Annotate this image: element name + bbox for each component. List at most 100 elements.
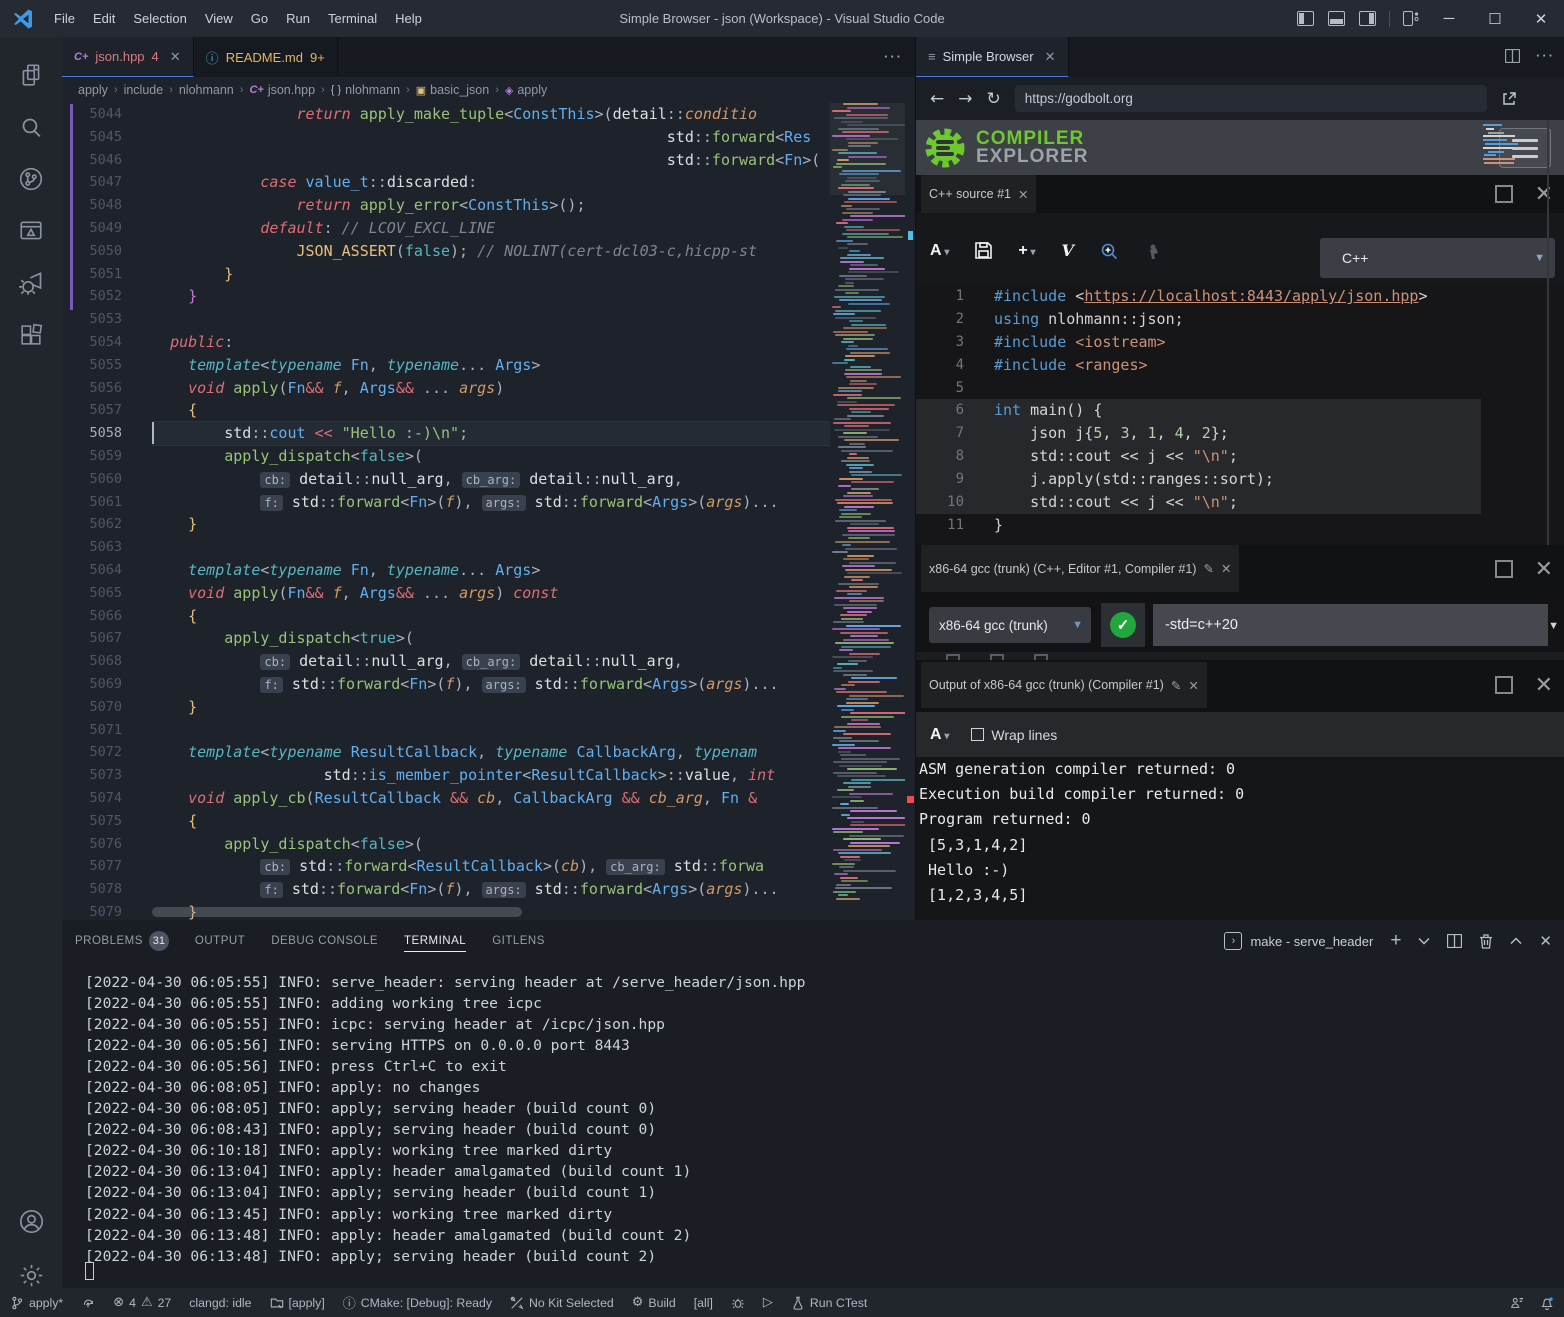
build-target-item[interactable]: [all] <box>694 1296 713 1310</box>
run-debug-icon[interactable] <box>0 257 62 309</box>
cmake-status-item[interactable]: ⓘ CMake: [Debug]: Ready <box>343 1293 492 1312</box>
add-pane-button[interactable]: + ▾ <box>1018 242 1035 260</box>
code-line[interactable]: void apply(Fn&& f, Args&& ... args) <box>152 377 830 400</box>
menu-terminal[interactable]: Terminal <box>319 11 386 26</box>
horizontal-scrollbar[interactable] <box>152 907 522 917</box>
code-line[interactable]: } <box>152 285 830 308</box>
search-icon[interactable] <box>0 101 62 153</box>
terminal-output[interactable]: [2022-04-30 06:05:55] INFO: serve_header… <box>85 972 805 1267</box>
tab-json-hpp[interactable]: C+ json.hpp 4 ✕ <box>62 37 194 77</box>
compiler-args-input[interactable]: -std=c++20 <box>1153 604 1548 646</box>
tab-readme-md[interactable]: ⓘ README.md 9+ <box>194 37 338 77</box>
output-tab[interactable]: Output of x86-64 gcc (trunk) (Compiler #… <box>921 662 1207 708</box>
extensions-icon[interactable] <box>0 309 62 361</box>
code-line[interactable]: case value_t::discarded: <box>152 171 830 194</box>
more-actions-icon[interactable]: ··· <box>1536 48 1555 63</box>
tab-output[interactable]: OUTPUT <box>195 931 245 951</box>
compiler-tab[interactable]: x86-64 gcc (trunk) (C++, Editor #1, Comp… <box>921 545 1239 592</box>
reload-icon[interactable]: ↻ <box>987 89 1001 109</box>
code-line[interactable]: void apply_cb(ResultCallback && cb, Call… <box>152 787 830 810</box>
code-line[interactable]: template<typename Fn, typename... Args> <box>152 559 830 582</box>
chevron-down-icon[interactable]: ▼ <box>1548 620 1559 632</box>
godbolt-code-line[interactable]: 2using nlohmann::json; <box>916 308 1564 331</box>
menu-view[interactable]: View <box>196 11 242 26</box>
code-line[interactable]: public: <box>152 331 830 354</box>
feedback-icon[interactable] <box>1510 1296 1524 1310</box>
back-icon[interactable]: ← <box>930 89 944 109</box>
close-tab-icon[interactable]: ✕ <box>1045 49 1056 65</box>
wrap-lines-checkbox[interactable] <box>971 728 984 741</box>
launch-target-icon[interactable]: ▷ <box>763 1295 773 1310</box>
toggle-sidebar-icon[interactable] <box>1297 11 1314 26</box>
code-line[interactable]: JSON_ASSERT(false); // NOLINT(cert-dcl03… <box>152 240 830 263</box>
code-lines[interactable]: return apply_make_tuple<ConstThis>(detai… <box>152 103 830 920</box>
godbolt-code-line[interactable]: 8 std::cout << j << "\n"; <box>916 445 1481 468</box>
tab-gitlens[interactable]: GITLENS <box>492 931 545 951</box>
code-line[interactable]: } <box>152 263 830 286</box>
toggle-secondary-sidebar-icon[interactable] <box>1359 11 1376 26</box>
close-icon[interactable]: ✕ <box>1221 561 1231 576</box>
breadcrumb-item[interactable]: apply <box>78 83 108 97</box>
language-select[interactable]: C++ ▼ <box>1320 238 1555 278</box>
close-pane-icon[interactable]: ✕ <box>1535 560 1553 578</box>
customize-layout-icon[interactable] <box>1403 11 1419 26</box>
accounts-icon[interactable] <box>0 1195 62 1247</box>
explorer-icon[interactable] <box>0 49 62 101</box>
url-input[interactable]: https://godbolt.org <box>1015 85 1487 112</box>
code-line[interactable]: } <box>152 696 830 719</box>
font-size-button[interactable]: A ▾ <box>930 726 949 744</box>
cmake-project-item[interactable]: [apply] <box>270 1296 325 1310</box>
debug-target-icon[interactable] <box>731 1296 745 1310</box>
godbolt-code-line[interactable]: 9 j.apply(std::ranges::sort); <box>916 468 1481 491</box>
code-line[interactable]: std::forward<Res <box>152 126 830 149</box>
notifications-bell-icon[interactable] <box>1540 1296 1554 1310</box>
code-line[interactable]: return apply_error<ConstThis>(); <box>152 194 830 217</box>
code-line[interactable]: f: std::forward<Fn>(f), args: std::forwa… <box>152 491 830 514</box>
code-line[interactable]: template<typename Fn, typename... Args> <box>152 354 830 377</box>
kill-terminal-trash-icon[interactable] <box>1479 934 1493 949</box>
cppinsights-icon[interactable] <box>1144 242 1162 260</box>
code-line[interactable]: cb: detail::null_arg, cb_arg: detail::nu… <box>152 650 830 673</box>
breadcrumb-item[interactable]: apply <box>517 83 547 97</box>
code-line[interactable]: void apply(Fn&& f, Args&& ... args) cons… <box>152 582 830 605</box>
tab-simple-browser[interactable]: ≡ Simple Browser ✕ <box>916 37 1069 77</box>
kit-selection-item[interactable]: No Kit Selected <box>510 1296 614 1310</box>
clangd-status[interactable]: clangd: idle <box>189 1296 251 1310</box>
tab-terminal[interactable]: TERMINAL <box>404 931 466 952</box>
open-external-icon[interactable] <box>1501 91 1517 107</box>
code-line[interactable]: { <box>152 399 830 422</box>
sync-changes-icon[interactable] <box>81 1296 95 1310</box>
split-editor-icon[interactable] <box>1505 49 1520 63</box>
git-branch-item[interactable]: apply* <box>10 1296 63 1310</box>
minimize-button[interactable]: ─ <box>1426 0 1472 37</box>
breadcrumb-item[interactable]: json.hpp <box>268 83 315 97</box>
code-editor[interactable]: 5044504550465047504850495050505150525053… <box>62 103 915 920</box>
code-line[interactable]: apply_dispatch<false>( <box>152 833 830 856</box>
source-control-icon[interactable] <box>0 153 62 205</box>
font-size-button[interactable]: A ▾ <box>930 242 949 260</box>
godbolt-source-editor[interactable]: 1#include <https://localhost:8443/apply/… <box>916 285 1564 545</box>
maximize-pane-icon[interactable] <box>1495 676 1513 694</box>
split-terminal-icon[interactable] <box>1447 934 1462 948</box>
rename-pencil-icon[interactable]: ✎ <box>1171 678 1181 693</box>
maximize-pane-icon[interactable] <box>1495 560 1513 578</box>
menu-selection[interactable]: Selection <box>124 11 195 26</box>
compiler-select[interactable]: x86-64 gcc (trunk) ▼ <box>929 607 1091 643</box>
code-line[interactable]: return apply_make_tuple<ConstThis>(detai… <box>152 103 830 126</box>
rename-pencil-icon[interactable]: ✎ <box>1203 561 1213 576</box>
godbolt-code-line[interactable]: 5 <box>916 377 1564 400</box>
breadcrumb-item[interactable]: include <box>124 83 164 97</box>
code-line[interactable]: f: std::forward<Fn>(f), args: std::forwa… <box>152 878 830 901</box>
code-line[interactable]: template<typename ResultCallback, typena… <box>152 741 830 764</box>
close-tab-icon[interactable]: ✕ <box>170 49 181 65</box>
browser-preview-icon[interactable] <box>0 205 62 257</box>
code-line[interactable] <box>152 536 830 559</box>
godbolt-code-line[interactable]: 1#include <https://localhost:8443/apply/… <box>916 285 1564 308</box>
editor-more-actions-icon[interactable]: ··· <box>884 49 903 64</box>
close-button[interactable]: ✕ <box>1518 0 1564 37</box>
godbolt-code-line[interactable]: 4#include <ranges> <box>916 354 1564 377</box>
close-icon[interactable]: ✕ <box>1018 187 1028 202</box>
build-button[interactable]: ⚙ Build <box>632 1295 676 1310</box>
code-line[interactable]: } <box>152 513 830 536</box>
code-line[interactable]: std::cout << "Hello :-)\n"; <box>152 422 830 445</box>
